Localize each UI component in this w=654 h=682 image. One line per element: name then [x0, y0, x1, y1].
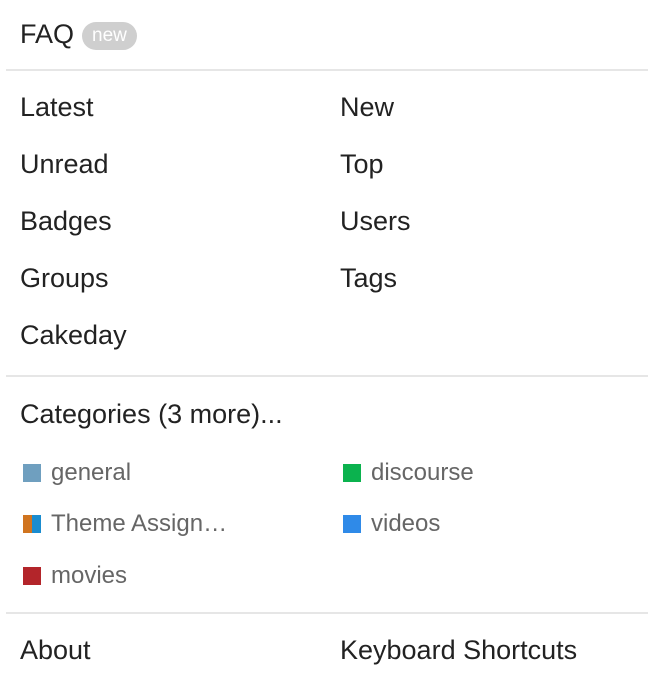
category-link-discourse[interactable]: discourse: [343, 447, 654, 499]
faq-link[interactable]: FAQ new: [20, 19, 137, 50]
footer-links: About Keyboard Shortcuts: [0, 614, 654, 682]
category-label: movies: [51, 561, 128, 589]
category-label: discourse: [371, 458, 474, 486]
nav-link-top[interactable]: Top: [340, 136, 654, 193]
nav-link-latest[interactable]: Latest: [20, 79, 340, 136]
category-color-swatch: [23, 515, 41, 534]
category-link-theme-assign[interactable]: Theme Assign…: [23, 499, 343, 551]
nav-link-tags[interactable]: Tags: [340, 250, 654, 307]
category-label: Theme Assign…: [51, 510, 228, 538]
keyboard-shortcuts-link[interactable]: Keyboard Shortcuts: [340, 622, 654, 682]
nav-link-groups[interactable]: Groups: [20, 250, 340, 307]
new-badge: new: [82, 21, 137, 50]
category-color-swatch: [343, 463, 361, 482]
nav-links: Latest New Unread Top Badges Users Group…: [0, 71, 654, 375]
categories-heading-link[interactable]: Categories (3 more)...: [0, 377, 654, 447]
category-link-movies[interactable]: movies: [23, 550, 343, 602]
nav-link-unread[interactable]: Unread: [20, 136, 340, 193]
category-color-swatch: [343, 515, 361, 534]
faq-label: FAQ: [20, 19, 75, 49]
category-color-swatch: [23, 463, 41, 482]
nav-link-users[interactable]: Users: [340, 193, 654, 250]
category-label: general: [51, 458, 132, 486]
category-label: videos: [371, 510, 441, 538]
faq-row: FAQ new: [0, 0, 654, 69]
nav-link-badges[interactable]: Badges: [20, 193, 340, 250]
category-color-swatch: [23, 566, 41, 585]
about-link[interactable]: About: [20, 622, 340, 682]
category-list: general discourse Theme Assign… videos m…: [0, 447, 654, 612]
nav-link-new[interactable]: New: [340, 79, 654, 136]
hamburger-menu-panel: FAQ new Latest New Unread Top Badges Use…: [0, 0, 654, 674]
category-link-general[interactable]: general: [23, 447, 343, 499]
category-link-videos[interactable]: videos: [343, 499, 654, 551]
nav-link-cakeday[interactable]: Cakeday: [20, 307, 340, 364]
